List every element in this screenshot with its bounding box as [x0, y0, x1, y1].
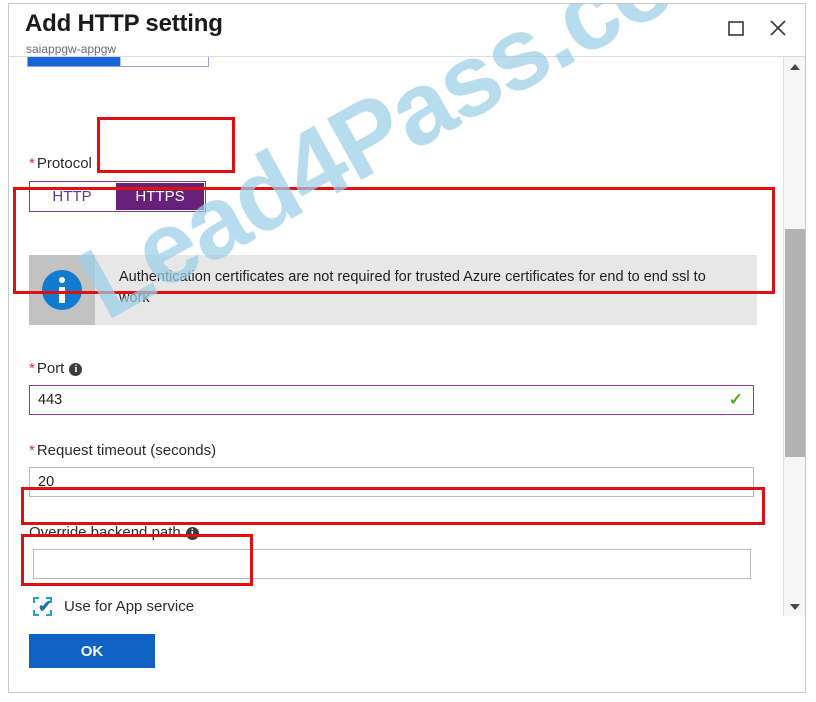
protocol-label-text: Protocol: [36, 155, 92, 172]
info-circle-icon: [42, 270, 82, 310]
request-timeout-required-mark: *: [29, 442, 35, 459]
dialog-footer: OK: [9, 616, 805, 692]
override-backend-path-input[interactable]: [33, 549, 751, 579]
port-input-value: 443: [38, 392, 63, 408]
clipped-toggle-selected[interactable]: [28, 57, 120, 66]
scroll-down-arrow-icon[interactable]: [784, 597, 805, 616]
vertical-scrollbar[interactable]: [783, 57, 805, 616]
protocol-toggle-group[interactable]: HTTP HTTPS: [29, 181, 206, 212]
scrollbar-thumb[interactable]: [785, 229, 805, 457]
request-timeout-label: * Request timeout (seconds): [29, 442, 216, 459]
override-backend-path-label: Override backend path i: [29, 524, 199, 541]
override-backend-path-info-icon[interactable]: i: [185, 527, 199, 540]
request-timeout-input[interactable]: 20: [29, 467, 754, 497]
clipped-toggle-unselected[interactable]: [120, 57, 208, 66]
ok-button[interactable]: OK: [29, 634, 155, 668]
port-valid-icon: ✓: [728, 390, 743, 409]
add-http-setting-dialog: Add HTTP setting saiappgw-appgw * Protoco: [8, 3, 806, 693]
protocol-option-https[interactable]: HTTPS: [116, 183, 204, 210]
scroll-up-arrow-icon[interactable]: [784, 57, 805, 76]
page-title: Add HTTP setting: [25, 10, 223, 37]
info-icon-stem: [59, 287, 65, 303]
request-timeout-input-value: 20: [38, 474, 55, 490]
info-icon-dot: [59, 277, 65, 283]
use-for-app-service-checkbox[interactable]: ✔: [33, 597, 52, 616]
use-for-app-service-label: Use for App service: [64, 598, 195, 615]
use-for-app-service-row[interactable]: ✔ Use for App service: [33, 597, 194, 616]
dialog-titlebar: Add HTTP setting saiappgw-appgw: [9, 4, 805, 56]
protocol-option-http[interactable]: HTTP: [30, 182, 114, 211]
port-required-mark: *: [29, 360, 35, 377]
info-banner: Authentication certificates are not requ…: [29, 255, 757, 325]
dialog-content: * Protocol HTTP HTTPS Authentication cert…: [9, 56, 805, 617]
info-icon-container: [29, 255, 95, 325]
settings-form: * Protocol HTTP HTTPS Authentication cert…: [9, 57, 784, 616]
protocol-label: * Protocol: [29, 155, 92, 172]
page-subtitle: saiappgw-appgw: [26, 42, 117, 56]
port-info-icon[interactable]: i: [69, 363, 83, 376]
info-banner-message: Authentication certificates are not requ…: [119, 269, 706, 306]
port-input[interactable]: 443 ✓: [29, 385, 754, 415]
close-button[interactable]: [763, 14, 793, 42]
port-label: * Port i: [29, 360, 83, 377]
maximize-button[interactable]: [721, 14, 751, 42]
port-label-text: Port: [36, 360, 65, 377]
checkmark-icon: ✔: [38, 597, 53, 616]
clipped-toggle-group[interactable]: [27, 57, 209, 67]
request-timeout-label-text: Request timeout (seconds): [36, 442, 217, 459]
override-backend-path-label-text: Override backend path: [29, 524, 181, 541]
protocol-required-mark: *: [29, 155, 35, 172]
